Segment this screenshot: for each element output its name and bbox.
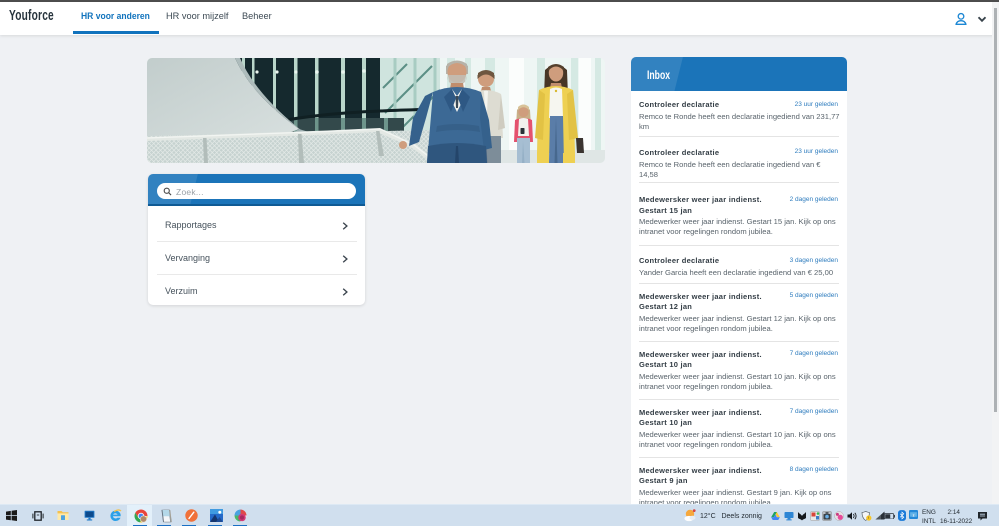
svg-text:z: z: [913, 513, 915, 517]
svg-text:!: !: [868, 516, 869, 520]
